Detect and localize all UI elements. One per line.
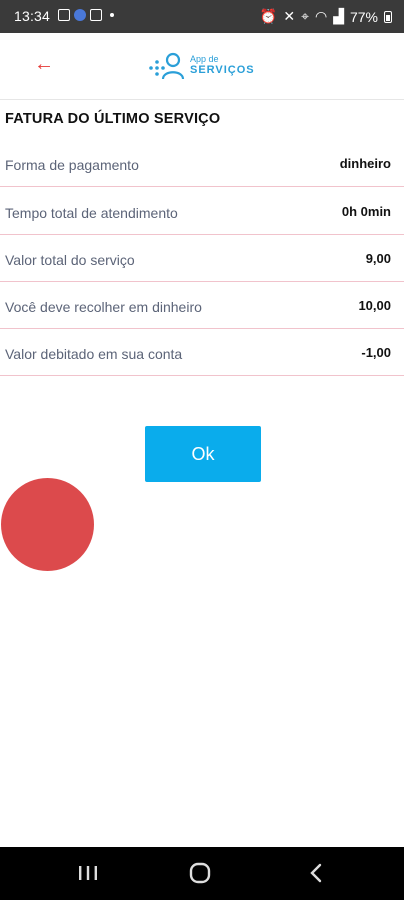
system-nav-bar — [0, 847, 404, 900]
alarm-icon: ⏰ — [259, 8, 278, 24]
status-bar: 13:34 ⏰ ✕ ⌖ ◠ ▟ 77% — [0, 0, 404, 33]
nfc-notification-icon — [90, 9, 102, 21]
row-label: Forma de pagamento — [5, 157, 139, 173]
image-notification-icon — [58, 9, 70, 21]
row-label: Valor debitado em sua conta — [5, 346, 183, 362]
invoice-title: FATURA DO ÚLTIMO SERVIÇO — [5, 111, 221, 127]
more-notifications-icon — [110, 13, 114, 17]
notification-icons — [58, 9, 114, 21]
app-logo: App de SERVIÇOS — [148, 47, 255, 83]
row-label: Você deve recolher em dinheiro — [5, 299, 202, 315]
system-icons: ⏰ ✕ ⌖ ◠ ▟ 77% — [260, 8, 392, 25]
floating-bubble[interactable] — [1, 478, 94, 571]
signal-icon: ▟ — [333, 8, 344, 24]
arrow-left-icon[interactable]: ← — [34, 53, 54, 76]
row-value: 0h 0min — [341, 204, 391, 219]
app-notification-icon — [74, 9, 86, 21]
status-time: 13:34 — [14, 8, 51, 24]
home-icon[interactable] — [188, 861, 212, 885]
row-value: dinheiro — [339, 156, 391, 171]
recent-apps-icon[interactable] — [76, 861, 100, 885]
row-label: Valor total do serviço — [5, 252, 135, 268]
row-value: -1,00 — [361, 345, 391, 360]
row-value: 10,00 — [358, 298, 391, 313]
invoice-row-cash-collect: Você deve recolher em dinheiro 10,00 — [0, 283, 404, 329]
row-label: Tempo total de atendimento — [5, 205, 178, 221]
service-person-icon — [149, 52, 185, 80]
invoice-row-total-value: Valor total do serviço 9,00 — [0, 236, 404, 282]
invoice-row-payment-method: Forma de pagamento dinheiro — [0, 141, 404, 187]
invoice-row-account-debit: Valor debitado em sua conta -1,00 — [0, 330, 404, 376]
wifi-icon: ◠ — [314, 8, 328, 24]
ok-button[interactable]: Ok — [145, 426, 261, 482]
invoice-row-total-time: Tempo total de atendimento 0h 0min — [0, 189, 404, 235]
mute-icon: ✕ — [283, 8, 296, 24]
row-value: 9,00 — [365, 251, 391, 266]
battery-icon — [384, 10, 392, 23]
logo-line2: SERVIÇOS — [190, 64, 255, 76]
app-header: ← App de SERVIÇOS — [0, 33, 404, 100]
battery-level: 77% — [349, 8, 378, 25]
location-icon: ⌖ — [301, 8, 309, 24]
back-icon[interactable] — [304, 861, 328, 885]
